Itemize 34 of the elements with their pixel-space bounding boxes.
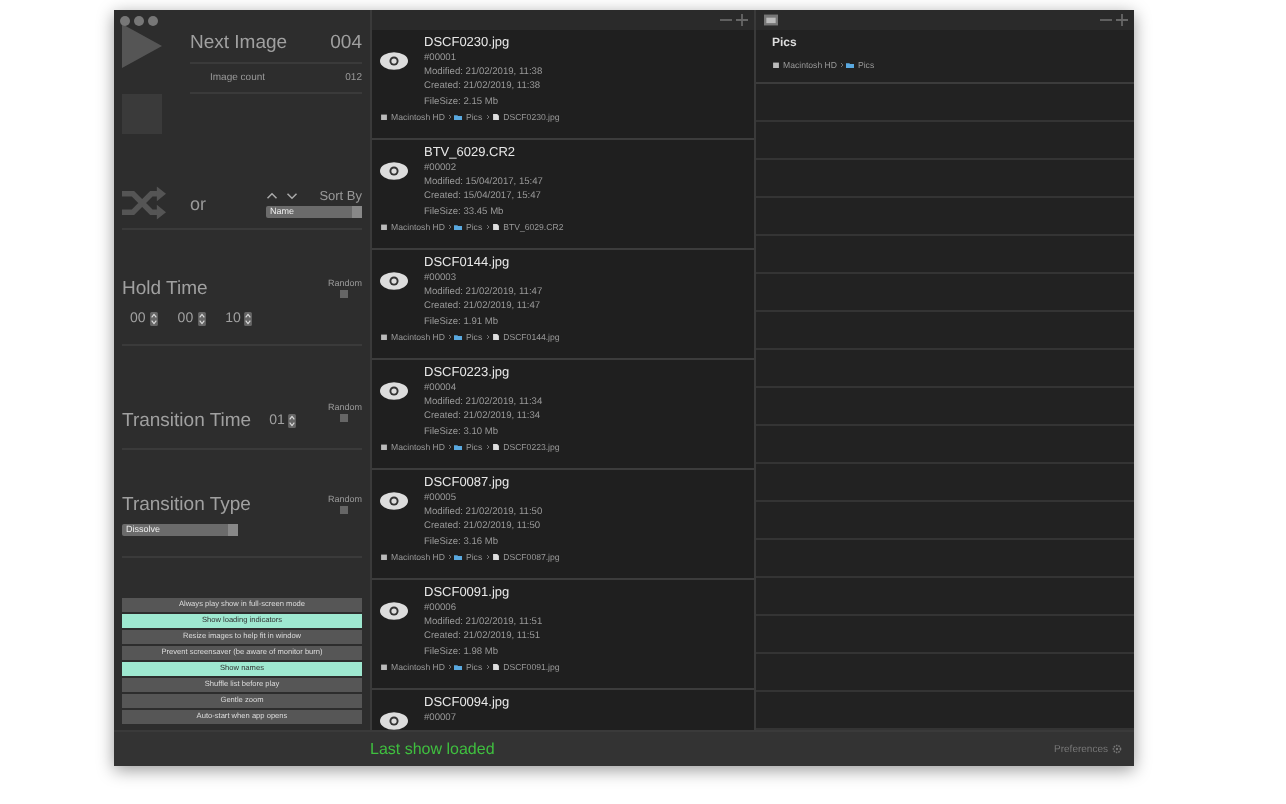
remove-icon[interactable] xyxy=(720,14,732,26)
add-icon[interactable] xyxy=(1116,14,1128,26)
transition-time-label: Transition Time xyxy=(122,410,252,432)
file-icon xyxy=(492,663,501,671)
file-icon xyxy=(492,553,501,561)
status-message: Last show loaded xyxy=(370,740,495,758)
ascending-icon[interactable] xyxy=(266,192,278,200)
stepper-icon[interactable] xyxy=(288,414,297,428)
file-icon xyxy=(492,443,501,451)
file-icon xyxy=(492,333,501,341)
eye-icon[interactable] xyxy=(380,162,408,180)
stepper-icon[interactable] xyxy=(197,312,206,326)
descending-icon[interactable] xyxy=(286,192,298,200)
eye-icon[interactable] xyxy=(380,602,408,620)
file-icon xyxy=(492,113,501,121)
remove-icon[interactable] xyxy=(1100,14,1112,26)
or-label: or xyxy=(190,193,207,213)
eye-icon[interactable] xyxy=(380,272,408,290)
gear-icon[interactable] xyxy=(1112,744,1122,754)
eye-icon[interactable] xyxy=(380,712,408,730)
random-checkbox[interactable] xyxy=(340,506,349,514)
stepper-icon[interactable] xyxy=(149,312,158,326)
add-icon[interactable] xyxy=(736,14,748,26)
next-image-number: 004 xyxy=(330,32,362,54)
file-icon xyxy=(492,223,501,231)
next-image-label: Next Image xyxy=(190,32,288,54)
stepper-icon[interactable] xyxy=(244,312,253,326)
random-checkbox[interactable] xyxy=(340,414,349,422)
hold-time-label: Hold Time xyxy=(122,278,208,300)
random-checkbox[interactable] xyxy=(340,290,349,298)
eye-icon[interactable] xyxy=(380,492,408,510)
eye-icon[interactable] xyxy=(380,52,408,70)
eye-icon[interactable] xyxy=(380,382,408,400)
transition-type-label: Transition Type xyxy=(122,494,251,516)
